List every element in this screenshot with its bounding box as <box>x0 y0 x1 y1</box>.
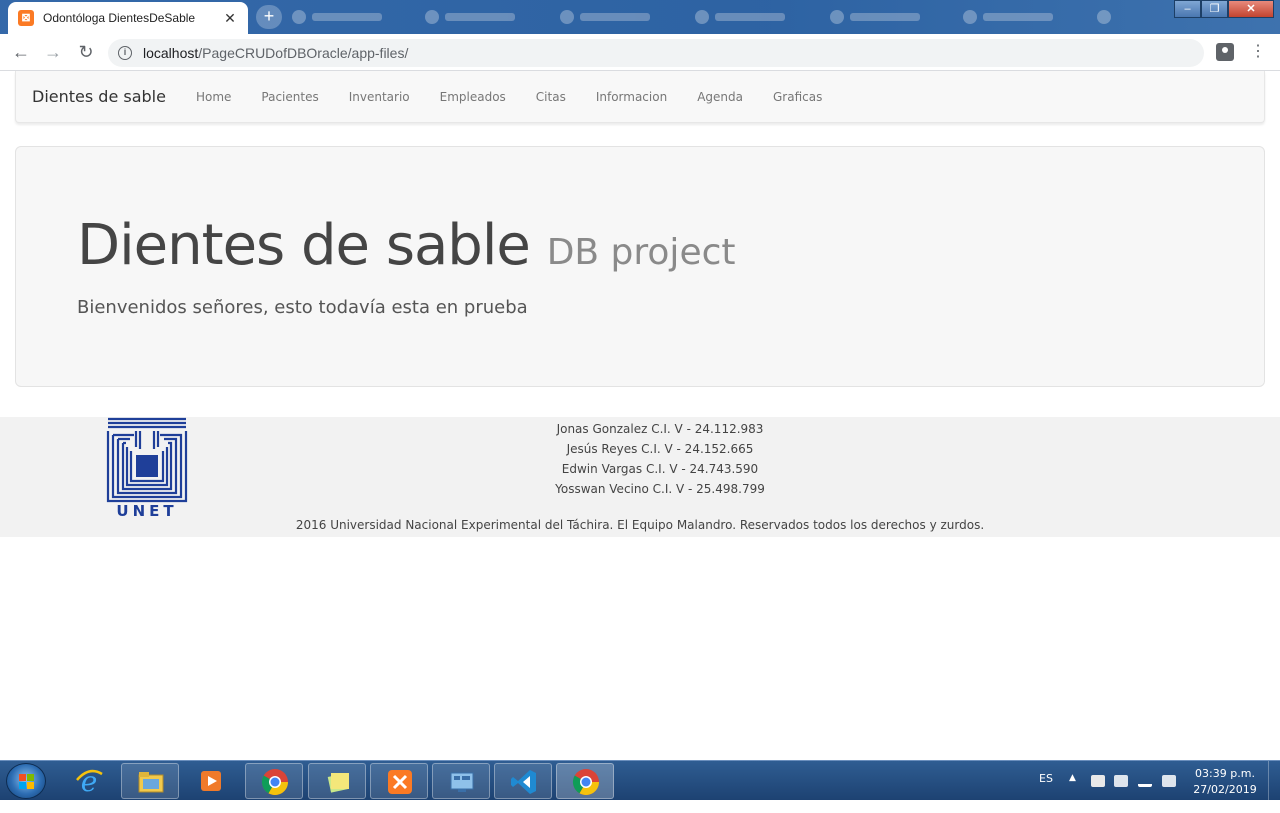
show-desktop-button[interactable] <box>1268 761 1280 801</box>
page-title-main: Dientes de sable <box>77 213 531 278</box>
tab-active[interactable]: ⊠ Odontóloga DientesDeSable ✕ <box>8 2 248 34</box>
action-center-icon[interactable] <box>1091 775 1105 787</box>
background-tab[interactable] <box>963 6 1053 28</box>
credit-line: Edwin Vargas C.I. V - 24.743.590 <box>561 462 759 476</box>
account-badge-icon[interactable] <box>1216 43 1234 61</box>
site-navbar: Dientes de sable Home Pacientes Inventar… <box>15 71 1265 123</box>
info-icon[interactable]: i <box>118 46 132 60</box>
browser-menu-icon[interactable]: ⋮ <box>1250 41 1266 63</box>
system-clock[interactable]: 03:39 p.m. 27/02/2019 <box>1190 766 1260 798</box>
xampp-icon[interactable] <box>370 763 428 799</box>
forward-arrow-icon[interactable]: → <box>41 41 65 65</box>
welcome-lead: Bienvenidos señores, esto todavía esta e… <box>77 297 528 318</box>
nav-link-empleados[interactable]: Empleados <box>425 90 521 104</box>
page-title: Dientes de sable DB project <box>77 213 736 278</box>
credit-line: Yosswan Vecino C.I. V - 25.498.799 <box>555 482 765 496</box>
page-viewport: Dientes de sable Home Pacientes Inventar… <box>0 71 1280 760</box>
media-player-icon[interactable] <box>182 763 240 799</box>
background-tab[interactable] <box>830 6 920 28</box>
credit-line: Jonas Gonzalez C.I. V - 24.112.983 <box>556 422 764 436</box>
windows-taskbar: e ES ▲ 03:39 p.m. 27/02/2019 <box>0 760 1280 801</box>
nav-link-agenda[interactable]: Agenda <box>682 90 758 104</box>
tray-expand-icon[interactable]: ▲ <box>1069 773 1076 813</box>
windows-logo-icon <box>19 774 35 790</box>
network-signal-icon[interactable] <box>1138 775 1152 787</box>
xampp-favicon-icon: ⊠ <box>18 10 34 26</box>
credit-line: Jesús Reyes C.I. V - 24.152.665 <box>566 442 754 456</box>
control-panel-icon[interactable] <box>432 763 490 799</box>
background-tab[interactable] <box>425 6 515 28</box>
background-tab[interactable] <box>560 6 650 28</box>
site-footer: UNET Jonas Gonzalez C.I. V - 24.112.983 … <box>0 417 1280 537</box>
reload-icon[interactable]: ↻ <box>74 41 98 65</box>
minimize-button[interactable]: ‒ <box>1174 0 1201 18</box>
nav-link-graficas[interactable]: Graficas <box>758 90 837 104</box>
url-path: /PageCRUDofDBOracle/app-files/ <box>198 45 409 61</box>
background-tab[interactable] <box>695 6 785 28</box>
nav-link-inventario[interactable]: Inventario <box>334 90 425 104</box>
nav-link-home[interactable]: Home <box>181 90 246 104</box>
language-indicator[interactable]: ES <box>1039 772 1053 812</box>
vscode-icon[interactable] <box>494 763 552 799</box>
close-window-button[interactable]: ✕ <box>1228 0 1274 18</box>
background-tab[interactable] <box>292 6 382 28</box>
back-arrow-icon[interactable]: ← <box>9 41 33 65</box>
clock-time: 03:39 p.m. <box>1195 767 1255 780</box>
chrome-active-icon[interactable] <box>556 763 614 799</box>
browser-tab-strip: ⊠ Odontóloga DientesDeSable ✕ + ‒ ❐ ✕ <box>0 0 1280 34</box>
url-host: localhost <box>143 45 199 61</box>
internet-explorer-icon[interactable]: e <box>60 763 118 799</box>
svg-text:UNET: UNET <box>116 502 177 517</box>
sticky-notes-icon[interactable] <box>308 763 366 799</box>
credits-list: Jonas Gonzalez C.I. V - 24.112.983 Jesús… <box>0 419 1280 499</box>
nav-link-informacion[interactable]: Informacion <box>581 90 682 104</box>
navbar-brand[interactable]: Dientes de sable <box>32 87 166 106</box>
volume-icon[interactable] <box>1162 775 1176 787</box>
start-button[interactable] <box>6 763 46 799</box>
copyright-text: 2016 Universidad Nacional Experimental d… <box>295 518 985 532</box>
url-bar[interactable]: i localhost /PageCRUDofDBOracle/app-file… <box>108 39 1204 67</box>
tab-close-icon[interactable]: ✕ <box>222 10 238 27</box>
nav-link-citas[interactable]: Citas <box>521 90 581 104</box>
tab-title: Odontóloga DientesDeSable <box>43 11 196 25</box>
nav-link-pacientes[interactable]: Pacientes <box>246 90 333 104</box>
jumbotron: Dientes de sable DB project Bienvenidos … <box>15 146 1265 387</box>
device-icon[interactable] <box>1114 775 1128 787</box>
chrome-icon[interactable] <box>245 763 303 799</box>
address-toolbar: ← → ↻ i localhost /PageCRUDofDBOracle/ap… <box>0 34 1280 71</box>
background-tab[interactable] <box>1097 6 1111 28</box>
new-tab-button[interactable]: + <box>256 5 282 29</box>
maximize-button[interactable]: ❐ <box>1201 0 1228 18</box>
file-explorer-icon[interactable] <box>121 763 179 799</box>
clock-date: 27/02/2019 <box>1193 783 1257 796</box>
window-controls: ‒ ❐ ✕ <box>1174 0 1274 18</box>
page-title-small: DB project <box>546 232 736 273</box>
